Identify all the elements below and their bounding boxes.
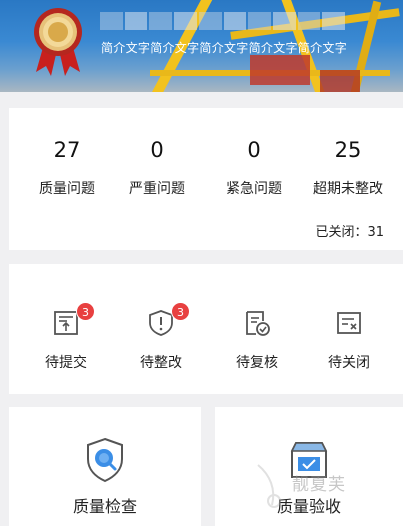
action-pending-rectify[interactable]: 3 待整改 [116,264,206,394]
actions-card: 3 待提交 3 待整改 待复核 待关闭 [9,264,403,394]
badge-count: 3 [171,302,190,321]
action-label: 待整改 [140,355,182,371]
action-pending-close[interactable]: 待关闭 [304,264,394,394]
badge-count: 3 [76,302,95,321]
action-pending-submit[interactable]: 3 待提交 [21,264,111,394]
action-label: 待关闭 [328,355,370,371]
action-pending-review[interactable]: 待复核 [212,264,302,394]
banner-decoration [250,55,310,85]
action-label: 待提交 [45,355,87,371]
closed-count[interactable]: 已关闭：31 [315,221,384,240]
stat-label: 超期未整改 [313,181,383,197]
module-quality-inspection[interactable]: 质量检查 [9,407,201,526]
banner-decoration [320,70,360,92]
shield-search-icon [87,437,123,483]
header-banner: 简介文字简介文字简介文字简介文字简介文字 [0,0,403,92]
stat-value: 0 [150,138,164,162]
close-doc-icon [337,312,361,334]
stat-label: 严重问题 [129,181,185,197]
stats-card: 27 质量问题 0 严重问题 0 紧急问题 25 超期未整改 已关闭：31 [9,108,403,250]
stat-value: 27 [53,138,81,162]
stat-label: 质量问题 [39,181,95,197]
review-check-icon [246,311,270,336]
stat-label: 紧急问题 [226,181,282,197]
stat-value: 25 [334,138,362,162]
blurred-title [100,12,346,30]
stat-value: 0 [247,138,261,162]
watermark-text: 靓夏芙 [292,475,346,495]
action-label: 待复核 [236,355,278,371]
header-subtitle: 简介文字简介文字简介文字简介文字简介文字 [101,41,348,55]
medal-icon [34,8,82,76]
module-label: 质量检查 [72,497,137,516]
